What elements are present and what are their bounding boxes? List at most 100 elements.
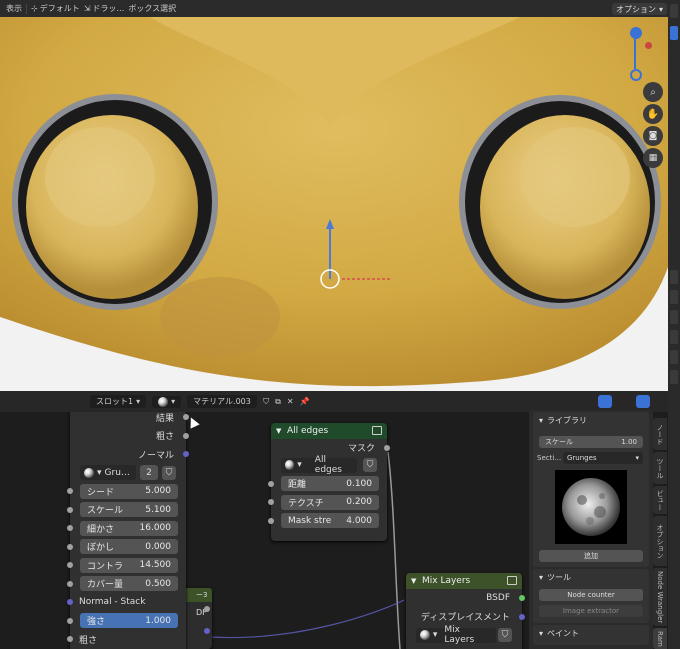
- blur-field[interactable]: ぼかし 0.000: [80, 539, 178, 555]
- camera-icon[interactable]: ◙: [643, 126, 663, 146]
- 3d-viewport[interactable]: ⌕ ✋ ◙ ▦: [0, 17, 668, 391]
- input-socket[interactable]: [67, 525, 73, 532]
- input-socket[interactable]: [268, 499, 274, 506]
- tab-options[interactable]: オプション: [653, 516, 667, 566]
- coverage-field[interactable]: カバー量 0.500: [80, 576, 178, 592]
- tab-view[interactable]: ビュー: [653, 486, 667, 514]
- shield-icon[interactable]: ⛉: [363, 458, 377, 473]
- texture-field[interactable]: テクスチ 0.200: [281, 494, 379, 510]
- node-group-icon: [372, 426, 382, 435]
- tab-ram[interactable]: Ram: [653, 628, 667, 649]
- options-button[interactable]: オプション ▾: [612, 3, 668, 15]
- mix-layers-header[interactable]: ▼ Mix Layers: [406, 573, 522, 589]
- node-sidebar: ▾ ライブラリ スケール 1.00 Secti… Grunges ▾ 追加 ▾ ツール …: [529, 410, 653, 649]
- strip-tab[interactable]: [670, 290, 678, 304]
- zoom-icon[interactable]: ⌕: [643, 82, 663, 102]
- contrast-field[interactable]: コントラ 14.500: [80, 557, 178, 573]
- grunge-preview-image[interactable]: [555, 470, 627, 544]
- view-menu[interactable]: 表示: [6, 3, 22, 14]
- close-icon[interactable]: ✕: [287, 397, 294, 406]
- input-socket[interactable]: [67, 562, 73, 569]
- gizmo-neg-z-axis[interactable]: [630, 69, 642, 81]
- input-socket[interactable]: [67, 506, 73, 513]
- sidebar-toggle[interactable]: [636, 395, 650, 408]
- drag-dropdown[interactable]: ⇲ ドラッ…: [84, 3, 125, 14]
- node-group-dropdown[interactable]: ▾ Mix Layers: [416, 625, 496, 646]
- field-label: スケール: [545, 438, 573, 446]
- gizmo-z-axis[interactable]: [630, 27, 642, 39]
- scale-field[interactable]: スケール 5.100: [80, 502, 178, 518]
- output-socket[interactable]: [204, 606, 210, 612]
- gizmo-x-axis[interactable]: [645, 42, 652, 49]
- field-value: 5.000: [145, 486, 171, 497]
- grid-icon[interactable]: ▦: [643, 148, 663, 168]
- input-socket[interactable]: [67, 488, 73, 495]
- input-socket[interactable]: [67, 543, 73, 550]
- hand-icon[interactable]: ✋: [643, 104, 663, 124]
- partial-node[interactable]: ー3 DF: [182, 588, 212, 649]
- output-socket[interactable]: [183, 432, 189, 439]
- node-group-dropdown[interactable]: ▾ Gru…: [80, 465, 136, 481]
- all-edges-header[interactable]: ▼ All edges: [271, 423, 387, 439]
- slot-dropdown[interactable]: スロット1 ▾: [90, 395, 147, 408]
- section-dropdown[interactable]: Grunges ▾: [563, 452, 643, 464]
- panel-title: ツール: [547, 572, 572, 582]
- strength-field[interactable]: 強さ 1.000: [80, 613, 178, 629]
- input-socket[interactable]: [268, 517, 274, 524]
- detail-field[interactable]: 細かさ 16.000: [80, 520, 178, 536]
- tab-node[interactable]: ノード: [653, 418, 667, 450]
- library-scale-field[interactable]: スケール 1.00: [539, 436, 643, 448]
- mask-strength-field[interactable]: Mask stre 4.000: [281, 513, 379, 529]
- tab-tool[interactable]: ツール: [653, 452, 667, 484]
- user-count[interactable]: 2: [140, 465, 158, 481]
- image-extractor-button[interactable]: Image extractor: [539, 605, 643, 617]
- output-socket[interactable]: [204, 628, 210, 634]
- orientation-dropdown[interactable]: ⊹ デフォルト: [31, 3, 80, 14]
- strip-tab-active[interactable]: [670, 26, 678, 40]
- collapse-chevron-icon[interactable]: ▼: [411, 577, 416, 585]
- node-counter-button[interactable]: Node counter: [539, 589, 643, 601]
- shield-icon[interactable]: ⛉: [263, 397, 269, 407]
- strip-tab[interactable]: [670, 350, 678, 364]
- library-panel-header[interactable]: ▾ ライブラリ: [533, 412, 649, 428]
- tab-node-wrangler[interactable]: Node Wrangler: [653, 568, 667, 626]
- shield-icon[interactable]: ⛉: [498, 628, 512, 643]
- tab-label: ツール: [656, 457, 664, 479]
- node-group-name: Mix Layers: [444, 625, 475, 646]
- add-button[interactable]: 追加: [539, 550, 643, 562]
- tools-panel-header[interactable]: ▾ ツール: [533, 569, 649, 585]
- library-panel: ▾ ライブラリ スケール 1.00 Secti… Grunges ▾ 追加: [533, 412, 649, 567]
- all-edges-node[interactable]: ▼ All edges マスク ▾ All edges ⛉ 距離 0.100 テクスチ…: [268, 423, 390, 541]
- strip-tab[interactable]: [670, 310, 678, 324]
- input-socket[interactable]: [67, 599, 73, 606]
- input-detail: 細かさ 16.000: [67, 519, 186, 538]
- mix-layers-node[interactable]: ▼ Mix Layers BSDF ディスプレイスメント ▾ Mix Layers …: [406, 573, 525, 649]
- input-mask-strength: Mask stre 4.000: [268, 512, 387, 531]
- pin-icon[interactable]: 📌: [300, 397, 310, 406]
- strip-tab[interactable]: [670, 4, 678, 18]
- grunge-stack-node[interactable]: 結果 粗さ ノーマル ▾ Gru… 2 ⛉ シード 5.000 スケール 5.100 …: [67, 412, 189, 649]
- output-socket[interactable]: [384, 444, 390, 451]
- overlay-toggle[interactable]: [598, 395, 612, 408]
- strip-tab[interactable]: [670, 330, 678, 344]
- input-socket[interactable]: [268, 480, 274, 487]
- orientation-label: デフォルト: [39, 4, 80, 13]
- paint-panel-header[interactable]: ▾ ペイント: [533, 625, 649, 641]
- field-value: 0.500: [145, 578, 171, 589]
- material-name-field[interactable]: マテリアル.003: [187, 395, 258, 408]
- node-group-dropdown[interactable]: ▾ All edges: [281, 455, 357, 475]
- input-socket[interactable]: [67, 617, 73, 624]
- field-label: テクスチ: [288, 498, 324, 509]
- collapse-chevron-icon[interactable]: ▼: [276, 427, 281, 435]
- strip-tab[interactable]: [670, 370, 678, 384]
- output-socket[interactable]: [519, 613, 525, 620]
- input-socket[interactable]: [67, 636, 73, 643]
- shield-icon[interactable]: ⛉: [162, 465, 176, 480]
- seed-field[interactable]: シード 5.000: [80, 483, 178, 499]
- strip-tab[interactable]: [670, 270, 678, 284]
- distance-field[interactable]: 距離 0.100: [281, 476, 379, 492]
- select-dropdown[interactable]: ボックス選択: [128, 3, 176, 14]
- input-socket[interactable]: [67, 580, 73, 587]
- duplicate-icon[interactable]: ⧉: [275, 397, 281, 407]
- material-browse[interactable]: ▾: [152, 395, 182, 408]
